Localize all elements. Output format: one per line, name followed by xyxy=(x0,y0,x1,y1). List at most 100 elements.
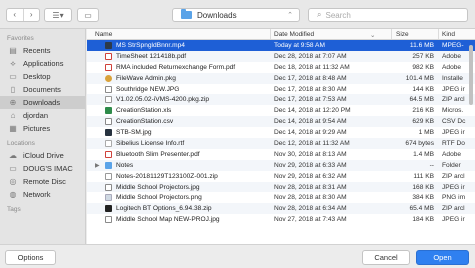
file-row[interactable]: ▶ Notes Nov 29, 2018 at 6:33 AM -- Folder xyxy=(87,159,475,171)
file-row[interactable]: RMA included Returnexchange Form.pdf Dec … xyxy=(87,62,475,73)
video-file-icon xyxy=(105,42,112,49)
file-size: 184 KB xyxy=(412,216,434,224)
image-file-icon xyxy=(105,85,112,93)
zip-file-icon xyxy=(105,96,112,104)
file-size: 11.6 MB xyxy=(409,42,434,49)
file-row[interactable]: Southridge NEW.JPG Dec 17, 2018 at 8:30 A… xyxy=(87,84,475,95)
sidebar-item-network[interactable]: ◍ Network xyxy=(0,188,85,201)
csv-file-icon xyxy=(105,118,112,126)
file-name: V1.02.05.02-iVMS-4200.pkg.zip xyxy=(116,96,210,104)
cloud-icon: ☁ xyxy=(9,151,17,160)
sidebar-item-recents[interactable]: ▤ Recents xyxy=(0,44,85,57)
sidebar-item-icloud-drive[interactable]: ☁ iCloud Drive xyxy=(0,149,85,162)
view-options-button[interactable]: ☰▾ xyxy=(44,8,72,22)
size-column-header[interactable]: Size xyxy=(396,31,409,38)
file-kind: RTF Do xyxy=(442,140,465,148)
file-row[interactable]: TimeSheet 121418b.pdf Dec 28, 2018 at 7:0… xyxy=(87,50,475,62)
file-kind: JPEG ir xyxy=(442,129,465,137)
file-size: 144 KB xyxy=(412,85,434,93)
file-name: CreationStation.csv xyxy=(116,118,174,126)
file-row[interactable]: Middle School Map NEW-PROJ.jpg Nov 27, 20… xyxy=(87,214,475,225)
pdf-file-icon xyxy=(105,150,112,158)
file-row[interactable]: Bluetooth Slim Presenter.pdf Nov 30, 2018… xyxy=(87,149,475,160)
file-list: MS StrSpngldBnnr.mp4 Today at 9:58 AM 11.6… xyxy=(87,40,475,225)
name-column-header[interactable]: Name xyxy=(95,31,112,38)
file-size: -- xyxy=(429,161,434,169)
file-size: 982 KB xyxy=(412,63,434,71)
file-row[interactable]: Notes-20181129T123100Z-001.zip Nov 29, 20… xyxy=(87,171,475,182)
column-divider xyxy=(270,29,271,39)
sidebar-item-djordan[interactable]: ⌂ djordan xyxy=(0,109,85,122)
network-icon: ◍ xyxy=(9,190,17,199)
file-kind: MPEG- xyxy=(442,42,464,49)
file-row[interactable]: MS StrSpngldBnnr.mp4 Today at 9:58 AM 11.6… xyxy=(87,40,475,51)
sidebar-item-downloads[interactable]: ⊕ Downloads xyxy=(0,96,85,109)
vertical-scrollbar[interactable] xyxy=(468,41,473,241)
computer-icon: ▭ xyxy=(9,164,17,173)
sidebar-item-doug-s-imac[interactable]: ▭ DOUG'S IMAC xyxy=(0,162,85,175)
cancel-button[interactable]: Cancel xyxy=(362,250,410,265)
image-file-icon xyxy=(105,194,112,202)
file-size: 168 KB xyxy=(412,183,434,191)
file-kind: CSV Dc xyxy=(442,118,466,126)
folder-icon xyxy=(105,161,112,169)
file-date: Nov 28, 2018 at 8:30 AM xyxy=(274,194,347,202)
back-button[interactable]: ‹ xyxy=(7,9,23,21)
disclosure-triangle-icon[interactable]: ▶ xyxy=(95,162,100,169)
chevron-updown-icon: ⌃ xyxy=(287,12,293,19)
file-date: Nov 29, 2018 at 6:32 AM xyxy=(274,172,347,180)
forward-button[interactable]: › xyxy=(22,9,40,21)
file-date: Dec 14, 2018 at 12:20 PM xyxy=(274,107,351,115)
options-button[interactable]: Options xyxy=(5,250,56,265)
file-row[interactable]: CreationStation.csv Dec 14, 2018 at 9:54 … xyxy=(87,116,475,128)
locations-header: Locations xyxy=(7,140,35,147)
file-kind: ZIP arcl xyxy=(442,96,465,104)
file-date: Dec 17, 2018 at 8:48 AM xyxy=(274,74,347,82)
sidebar-item-remote-disc[interactable]: ◎ Remote Disc xyxy=(0,175,85,188)
sidebar-item-label: Documents xyxy=(23,85,61,94)
file-row[interactable]: V1.02.05.02-iVMS-4200.pkg.zip Dec 17, 201… xyxy=(87,94,475,106)
sidebar-item-label: iCloud Drive xyxy=(23,151,64,160)
open-button[interactable]: Open xyxy=(416,250,469,265)
file-name: Bluetooth Slim Presenter.pdf xyxy=(116,150,200,158)
downloads-icon: ⊕ xyxy=(9,98,17,107)
group-button[interactable]: ▭ xyxy=(77,8,99,22)
sidebar-item-desktop[interactable]: ▭ Desktop xyxy=(0,70,85,83)
file-row[interactable]: FileWave Admin.pkg Dec 17, 2018 at 8:48 A… xyxy=(87,72,475,84)
file-kind: Installe xyxy=(442,74,463,82)
file-date: Dec 18, 2018 at 11:32 AM xyxy=(274,63,350,71)
search-placeholder: Search xyxy=(325,10,351,20)
search-icon: ⌕ xyxy=(317,10,322,19)
sidebar-item-applications[interactable]: ⟡ Applications xyxy=(0,57,85,70)
search-field[interactable]: ⌕ Search xyxy=(308,8,468,22)
sidebar-item-label: Pictures xyxy=(23,124,51,133)
tags-header: Tags xyxy=(7,206,21,213)
file-row[interactable]: Logitech BT Options_6.94.38.zip Nov 28, 2… xyxy=(87,203,475,215)
sidebar-item-label: Desktop xyxy=(23,72,51,81)
file-row[interactable]: Middle School Projectors.png Nov 28, 2018… xyxy=(87,192,475,203)
file-date: Dec 14, 2018 at 9:29 AM xyxy=(274,129,347,137)
file-size: 629 KB xyxy=(412,118,434,126)
column-header: Name Date Modified ⌄ Size Kind xyxy=(87,29,475,40)
sort-chevron-icon: ⌄ xyxy=(370,32,376,39)
documents-icon: ▯ xyxy=(10,85,16,94)
scrollbar-thumb[interactable] xyxy=(469,45,473,105)
sidebar-item-documents[interactable]: ▯ Documents xyxy=(0,83,85,96)
sidebar-item-label: Network xyxy=(23,190,51,199)
file-kind: Adobe xyxy=(442,150,462,158)
location-popup[interactable]: Downloads ⌃ xyxy=(172,8,300,22)
date-column-header[interactable]: Date Modified xyxy=(274,31,314,38)
file-row[interactable]: Sibelius License Info.rtf Dec 12, 2018 at… xyxy=(87,138,475,149)
file-date: Nov 28, 2018 at 8:31 AM xyxy=(274,183,347,191)
file-row[interactable]: Middle School Projectors.jpg Nov 28, 2018… xyxy=(87,181,475,193)
file-row[interactable]: CreationStation.xls Dec 14, 2018 at 12:20… xyxy=(87,105,475,116)
file-name: CreationStation.xls xyxy=(116,107,172,115)
file-kind: ZIP arcl xyxy=(442,205,465,213)
pictures-icon: ▦ xyxy=(9,124,17,133)
sidebar-item-pictures[interactable]: ▦ Pictures xyxy=(0,122,85,135)
favorites-header: Favorites xyxy=(7,35,34,42)
file-name: MS StrSpngldBnnr.mp4 xyxy=(116,42,185,49)
file-row[interactable]: STB-SM.jpg Dec 14, 2018 at 9:29 AM 1 MB JPE… xyxy=(87,127,475,138)
file-name: RMA included Returnexchange Form.pdf xyxy=(116,63,236,71)
kind-column-header[interactable]: Kind xyxy=(442,31,455,38)
